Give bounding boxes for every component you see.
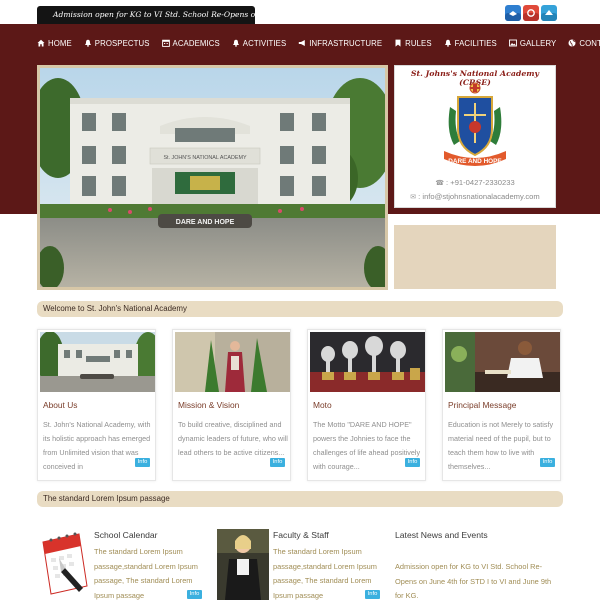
card-principal-message: Principal Message Education is not Merel… [442,329,561,481]
nav-contact[interactable]: CONTACT [568,39,600,48]
email-address: : info@stjohnsnationalacademy.com [418,192,540,201]
about-us-image [40,332,155,392]
nav-activities-label: ACTIVITIES [242,38,287,48]
nav-contact-label: CONTACT [579,38,600,48]
principal-image [445,332,560,392]
nav-gallery[interactable]: GALLERY [508,38,557,48]
welcome-bar: Welcome to St. John's National Academy [37,301,563,317]
phone-icon: ☎ [435,180,445,187]
nav-rules-label: RULES [405,38,432,48]
latest-news-text[interactable]: Admission open for KG to VI Std. School … [395,560,555,600]
ticker-text: Admission open for KG to VI Std. School … [53,10,255,19]
faculty-image [217,529,269,600]
moto-image [310,332,425,392]
bookmark-icon [394,39,402,47]
nav-rules[interactable]: RULES [394,39,432,48]
side-beige-box [394,225,556,289]
phone-line: ☎: +91-0427-2330233 [395,178,555,187]
faculty-staff-info-button[interactable]: Info [365,590,380,599]
moto-info-button[interactable]: Info [405,458,420,467]
bell-icon [232,39,240,47]
share-icon[interactable] [505,5,521,21]
latest-news-title: Latest News and Events [395,530,488,540]
principal-message-title: Principal Message [448,400,517,410]
google-plus-icon[interactable] [523,5,539,21]
about-us-title: About Us [43,400,78,410]
nav-gallery-label: GALLERY [519,38,557,48]
calendar-icon [161,39,170,47]
building-sign: St. JOHN'S NATIONAL ACADEMY [163,155,247,161]
passage-bar: The standard Lorem Ipsum passage [37,491,563,507]
nav-activities[interactable]: ACTIVITIES [232,39,286,48]
school-calendar-title[interactable]: School Calendar [94,530,158,540]
home-icon [37,39,45,47]
phone-number: : +91-0427-2330233 [446,178,515,187]
globe-icon [568,39,576,47]
nav-infrastructure-label: INFRASTRUCTURE [309,38,383,48]
school-calendar-info-button[interactable]: Info [187,590,202,599]
principal-message-info-button[interactable]: Info [540,458,555,467]
page: Admission open for KG to VI Std. School … [0,0,600,600]
email-line[interactable]: ✉: info@stjohnsnationalacademy.com [395,192,555,201]
faculty-staff-title[interactable]: Faculty & Staff [273,530,329,540]
card-mission-vision: Mission & Vision To build creative, disc… [172,329,291,481]
nav-home-label: HOME [48,38,72,48]
nav-prospectus[interactable]: PROSPECTUS [84,39,150,48]
hero-banner-text: DARE AND HOPE [176,219,235,226]
school-info-panel: St. Johns's National Academy (CBSE) DARE… [394,65,556,208]
nav-academics[interactable]: ACADEMICS [161,38,220,48]
nav-facilities[interactable]: FACILITIES [444,39,497,48]
school-crest-logo: DARE AND HOPE [444,82,506,166]
card-moto: Moto The Motto "DARE AND HOPE" powers th… [307,329,426,481]
envelope-icon: ✉ [410,194,417,201]
image-icon [508,39,517,47]
megaphone-icon [298,39,306,47]
nav-academics-label: ACADEMICS [172,38,220,48]
bell-icon [84,39,92,47]
admission-ticker[interactable]: Admission open for KG to VI Std. School … [37,6,255,24]
mission-vision-image [175,332,290,392]
nav-home[interactable]: HOME [37,39,72,48]
main-nav: HOME PROSPECTUS ACADEMICS ACTIVITIES INF… [37,34,600,52]
welcome-bar-text: Welcome to St. John's National Academy [43,304,187,313]
mission-vision-info-button[interactable]: Info [270,458,285,467]
top-strip: Admission open for KG to VI Std. School … [0,0,600,24]
about-us-info-button[interactable]: Info [135,458,150,467]
nav-prospectus-label: PROSPECTUS [94,38,150,48]
mission-vision-title: Mission & Vision [178,400,240,410]
moto-title: Moto [313,400,332,410]
crest-motto: DARE AND HOPE [448,158,502,165]
rss-icon[interactable] [541,5,557,21]
hero-image: St. JOHN'S NATIONAL ACADEMY DARE AND HOP… [37,65,388,290]
bell-icon [444,39,452,47]
nav-facilities-label: FACILITIES [454,38,497,48]
passage-bar-text: The standard Lorem Ipsum passage [43,494,170,503]
calendar-image [37,528,89,600]
card-about-us: About Us St. John's National Academy, wi… [37,329,156,481]
nav-infrastructure[interactable]: INFRASTRUCTURE [298,39,382,48]
